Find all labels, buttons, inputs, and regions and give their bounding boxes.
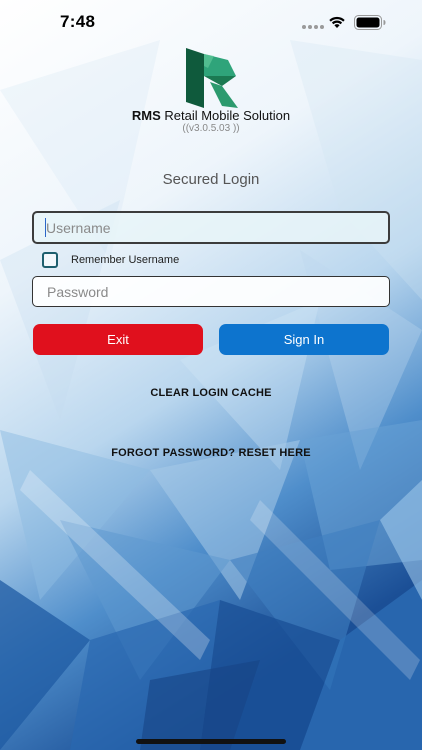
exit-button[interactable]: Exit [33,324,203,355]
login-screen: 7:48 RMS Retail Mobile Solution ((v3.0.5… [0,0,422,750]
app-version: ((v3.0.5.03 )) [182,123,240,134]
signal-dots-icon [302,25,324,29]
username-input[interactable] [32,211,390,244]
battery-icon [354,15,386,30]
status-time: 7:48 [60,12,96,31]
remember-username-checkbox[interactable] [42,252,58,268]
wifi-icon [329,16,345,28]
password-input[interactable] [32,276,390,307]
text-caret [45,218,46,237]
remember-username-label: Remember Username [71,254,180,266]
forgot-password-link[interactable]: FORGOT PASSWORD? RESET HERE [0,447,422,459]
remember-username-row[interactable]: Remember Username [42,251,179,269]
status-bar: 7:48 [0,0,422,44]
app-brand: RMS [131,108,161,123]
clear-login-cache-link[interactable]: CLEAR LOGIN CACHE [0,387,422,399]
sign-in-button[interactable]: Sign In [219,324,389,355]
home-indicator[interactable] [136,739,286,744]
secured-login-heading: Secured Login [162,171,260,188]
app-title: RMS Retail Mobile Solution [0,108,422,123]
app-title-text: Retail Mobile Solution [160,108,291,123]
rms-logo [186,48,238,108]
